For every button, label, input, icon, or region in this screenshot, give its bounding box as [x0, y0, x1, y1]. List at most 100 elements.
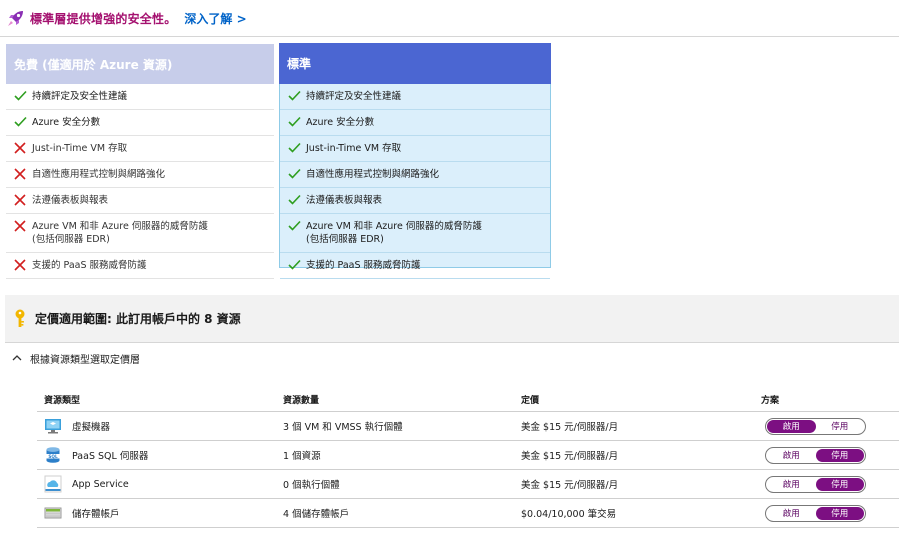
header-resource-type: 資源類型	[44, 396, 81, 406]
feature-label: Azure 安全分數	[32, 117, 101, 128]
cell-price: 美金 $15 元/伺服器/月	[521, 422, 619, 433]
tier-card-standard[interactable]: 標準 持續評定及安全性建議 Azure 安全分數 Just-in-Time VM 存…	[279, 43, 551, 279]
rocket-icon	[5, 7, 27, 29]
feature-item: Azure 安全分數	[6, 110, 274, 136]
header-resource-count: 資源數量	[283, 396, 320, 406]
tier-free-title: 免費 (僅適用於 Azure 資源)	[6, 44, 274, 84]
cross-icon	[14, 194, 32, 206]
resource-type-label: PaaS SQL 伺服器	[72, 451, 149, 462]
banner-title: 標準層提供增強的安全性。	[30, 11, 177, 26]
feature-label: 法遵儀表板與報表	[306, 195, 383, 206]
feature-label: Just-in-Time VM 存取	[306, 143, 402, 154]
resource-pricing-table: 資源類型 資源數量 定價 方案 虛擬機器 3 個 VM 和 VMSS 執行個體 美金…	[37, 388, 899, 528]
tier-free-feature-list: 持續評定及安全性建議 Azure 安全分數 Just-in-Time VM 存取自適…	[6, 84, 274, 279]
feature-item: 自適性應用程式控制與網路強化	[280, 162, 550, 188]
plan-off-option[interactable]: 停用	[816, 420, 865, 433]
cell-plan: 啟用 停用	[761, 475, 899, 493]
resource-type-label: 虛擬機器	[72, 422, 111, 433]
resource-type-label: App Service	[72, 478, 129, 490]
upgrade-banner: 標準層提供增強的安全性。 深入了解 >	[0, 0, 899, 37]
feature-item: 持續評定及安全性建議	[6, 84, 274, 110]
feature-label: Azure VM 和非 Azure 伺服器的威脅防護 (包括伺服器 EDR)	[32, 221, 208, 245]
cell-price: 美金 $15 元/伺服器/月	[521, 480, 619, 491]
pricing-scope-title: 定價適用範圍: 此訂用帳戶中的 8 資源	[35, 312, 241, 326]
app-service-icon	[44, 475, 62, 493]
checkmark-icon	[14, 90, 32, 101]
cell-resource-type: SQL PaaS SQL 伺服器	[37, 446, 283, 464]
checkmark-icon	[288, 142, 306, 153]
feature-item: 支援的 PaaS 服務威脅防護	[6, 253, 274, 279]
table-header-row: 資源類型 資源數量 定價 方案	[37, 388, 899, 412]
cell-resource-type: App Service	[37, 475, 283, 493]
feature-item: 自適性應用程式控制與網路強化	[6, 162, 274, 188]
checkmark-icon	[288, 220, 306, 231]
cell-price: 美金 $15 元/伺服器/月	[521, 451, 619, 462]
svg-text:SQL: SQL	[48, 454, 58, 459]
storage-account-icon	[44, 504, 62, 522]
tier-standard-feature-list: 持續評定及安全性建議 Azure 安全分數 Just-in-Time VM 存取自適…	[280, 84, 550, 279]
plan-toggle[interactable]: 啟用 停用	[765, 475, 866, 493]
feature-item: Azure VM 和非 Azure 伺服器的威脅防護 (包括伺服器 EDR)	[6, 214, 274, 253]
table-body: 虛擬機器 3 個 VM 和 VMSS 執行個體 美金 $15 元/伺服器/月 啟用 停用…	[37, 412, 899, 528]
plan-toggle[interactable]: 啟用 停用	[765, 446, 866, 464]
cell-plan: 啟用 停用	[761, 504, 899, 522]
cell-resource-count: 1 個資源	[283, 451, 321, 462]
checkmark-icon	[288, 116, 306, 127]
feature-label: 持續評定及安全性建議	[306, 91, 402, 102]
checkmark-icon	[288, 194, 306, 205]
tier-standard-title: 標準	[279, 43, 551, 84]
cell-resource-count: 3 個 VM 和 VMSS 執行個體	[283, 422, 403, 433]
section-label: 根據資源類型選取定價層	[30, 355, 140, 366]
feature-item: Azure VM 和非 Azure 伺服器的威脅防護 (包括伺服器 EDR)	[280, 214, 550, 253]
checkmark-icon	[288, 168, 306, 179]
feature-item: 法遵儀表板與報表	[280, 188, 550, 214]
feature-item: Just-in-Time VM 存取	[6, 136, 274, 162]
sql-icon: SQL	[44, 446, 62, 464]
feature-label: 自適性應用程式控制與網路強化	[32, 169, 166, 180]
resource-type-label: 儲存體帳戶	[72, 509, 120, 520]
learn-more-link[interactable]: 深入了解 >	[184, 10, 246, 27]
key-icon	[13, 309, 27, 329]
cross-icon	[14, 142, 32, 154]
feature-item: 法遵儀表板與報表	[6, 188, 274, 214]
feature-item: Just-in-Time VM 存取	[280, 136, 550, 162]
plan-toggle[interactable]: 啟用 停用	[765, 417, 866, 435]
checkmark-icon	[14, 116, 32, 127]
feature-item: 支援的 PaaS 服務威脅防護	[280, 253, 550, 279]
feature-label: 自適性應用程式控制與網路強化	[306, 169, 440, 180]
cross-icon	[14, 259, 32, 271]
feature-label: Azure 安全分數	[306, 117, 375, 128]
feature-label: 支援的 PaaS 服務威脅防護	[306, 260, 421, 271]
feature-label: 持續評定及安全性建議	[32, 91, 128, 102]
plan-off-option[interactable]: 停用	[815, 506, 864, 520]
table-row: App Service 0 個執行個體 美金 $15 元/伺服器/月 啟用 停用	[37, 470, 899, 499]
table-row: SQL PaaS SQL 伺服器 1 個資源 美金 $15 元/伺服器/月 啟用 停用	[37, 441, 899, 470]
resource-type-section-toggle[interactable]: 根據資源類型選取定價層	[12, 351, 140, 366]
plan-off-option[interactable]: 停用	[815, 477, 864, 491]
header-price: 定價	[521, 396, 540, 406]
feature-label: Azure VM 和非 Azure 伺服器的威脅防護 (包括伺服器 EDR)	[306, 221, 482, 245]
pricing-scope-header: 定價適用範圍: 此訂用帳戶中的 8 資源	[5, 295, 899, 343]
table-row: 儲存體帳戶 4 個儲存體帳戶 $0.04/10,000 筆交易 啟用 停用	[37, 499, 899, 528]
feature-item: Azure 安全分數	[280, 110, 550, 136]
feature-label: 法遵儀表板與報表	[32, 195, 109, 206]
plan-off-option[interactable]: 停用	[815, 448, 864, 462]
header-plan: 方案	[761, 396, 780, 406]
plan-toggle[interactable]: 啟用 停用	[765, 504, 866, 522]
plan-on-option[interactable]: 啟用	[767, 478, 816, 491]
cell-resource-count: 0 個執行個體	[283, 480, 340, 491]
cell-resource-type: 儲存體帳戶	[37, 504, 283, 522]
plan-on-option[interactable]: 啟用	[767, 419, 816, 433]
cell-price: $0.04/10,000 筆交易	[521, 509, 617, 520]
chevron-up-icon	[12, 354, 24, 364]
plan-on-option[interactable]: 啟用	[767, 449, 816, 462]
cell-resource-count: 4 個儲存體帳戶	[283, 509, 350, 520]
feature-label: 支援的 PaaS 服務威脅防護	[32, 260, 147, 271]
checkmark-icon	[288, 259, 306, 270]
cell-plan: 啟用 停用	[761, 417, 899, 435]
cell-plan: 啟用 停用	[761, 446, 899, 464]
virtual-machine-icon	[44, 417, 62, 435]
tier-card-free[interactable]: 免費 (僅適用於 Azure 資源) 持續評定及安全性建議 Azure 安全分數 J…	[6, 44, 274, 279]
cell-resource-type: 虛擬機器	[37, 417, 283, 435]
plan-on-option[interactable]: 啟用	[767, 507, 816, 520]
